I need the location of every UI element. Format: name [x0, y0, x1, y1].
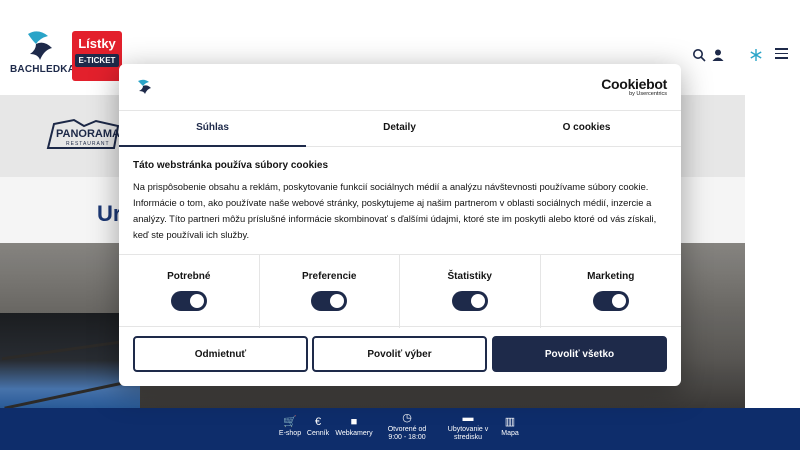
- bottom-nav-eshop[interactable]: 🛒 E-shop: [276, 408, 304, 450]
- bottom-nav-label: Cenník: [306, 430, 330, 437]
- user-icon[interactable]: [711, 48, 725, 62]
- bottom-nav-label: Mapa: [501, 430, 519, 437]
- bottom-nav-webkamery[interactable]: ■ Webkamery: [332, 408, 376, 450]
- brand-name: BACHLEDKA: [10, 64, 76, 75]
- bachledka-logo[interactable]: BACHLEDKA: [10, 30, 75, 78]
- camera-icon: ■: [350, 416, 358, 428]
- category-label: Marketing: [587, 271, 635, 282]
- bottom-nav-mapa[interactable]: ▥ Mapa: [498, 408, 522, 450]
- cookie-consent-dialog: Cookiebot by Usercentrics Súhlas Detaily…: [119, 64, 681, 386]
- bottom-nav-label: stredisku: [453, 434, 482, 441]
- dialog-tabs: Súhlas Detaily O cookies: [119, 111, 681, 147]
- statistiky-toggle[interactable]: [451, 291, 488, 311]
- bottom-nav-label: E-shop: [278, 430, 302, 437]
- bottom-nav-label: Webkamery: [335, 430, 373, 437]
- menu-icon[interactable]: [775, 48, 788, 59]
- bed-icon: ▬: [462, 412, 474, 424]
- site-logo-icon: [138, 79, 151, 94]
- cart-icon: 🛒: [283, 416, 297, 428]
- category-label: Štatistiky: [447, 271, 492, 282]
- search-icon[interactable]: [692, 48, 706, 62]
- tickets-subtitle: E-TICKET: [75, 54, 119, 67]
- dialog-body: Táto webstránka používa súbory cookies N…: [133, 160, 667, 243]
- bottom-nav-hours[interactable]: ◷ Otvorené od 9:00 - 18:00: [382, 408, 432, 450]
- preferencie-toggle[interactable]: [311, 291, 348, 311]
- snowflake-icon[interactable]: [749, 48, 763, 62]
- dialog-heading: Táto webstránka používa súbory cookies: [133, 160, 329, 171]
- bottom-nav-ubytovanie[interactable]: ▬ Ubytovanie v stredisku: [442, 408, 494, 450]
- category-preferencie: Preferencie: [260, 255, 400, 328]
- category-label: Preferencie: [302, 271, 357, 282]
- clock-icon: ◷: [402, 412, 412, 424]
- tickets-title: Lístky: [78, 36, 116, 51]
- tab-suhlas[interactable]: Súhlas: [119, 111, 306, 147]
- tab-o-cookies[interactable]: O cookies: [493, 111, 680, 147]
- bachledka-mark-icon: [28, 31, 52, 60]
- consent-categories: Potrebné Preferencie Štatistiky Marketin…: [119, 254, 682, 328]
- dialog-header: Cookiebot by Usercentrics: [119, 64, 681, 111]
- potrebne-toggle[interactable]: [170, 291, 207, 311]
- category-statistiky: Štatistiky: [400, 255, 541, 328]
- map-icon: ▥: [504, 416, 516, 428]
- category-label: Potrebné: [167, 271, 211, 282]
- deny-button[interactable]: Odmietnuť: [133, 336, 308, 372]
- bottom-nav-label: Otvorené od: [387, 426, 427, 433]
- allow-selection-button[interactable]: Povoliť výber: [312, 336, 487, 372]
- bottom-nav-cennik[interactable]: € Cenník: [304, 408, 332, 450]
- bottom-nav-label: 9:00 - 18:00: [388, 434, 426, 441]
- tickets-badge[interactable]: Lístky E-TICKET: [72, 31, 122, 81]
- bottom-nav-label: Ubytovanie v: [447, 426, 489, 433]
- tab-detaily[interactable]: Detaily: [306, 111, 493, 147]
- cookiebot-name: Cookiebot: [601, 76, 667, 92]
- bottom-nav: 🛒 E-shop € Cenník ■ Webkamery ◷ Otvorené…: [0, 408, 800, 450]
- category-potrebne: Potrebné: [119, 255, 260, 328]
- euro-icon: €: [314, 416, 322, 428]
- category-marketing: Marketing: [541, 255, 682, 328]
- allow-all-button[interactable]: Povoliť všetko: [492, 336, 667, 372]
- dialog-text: Na prispôsobenie obsahu a reklám, poskyt…: [133, 181, 657, 240]
- marketing-toggle[interactable]: [592, 291, 629, 311]
- cookiebot-logo[interactable]: Cookiebot by Usercentrics: [601, 76, 667, 97]
